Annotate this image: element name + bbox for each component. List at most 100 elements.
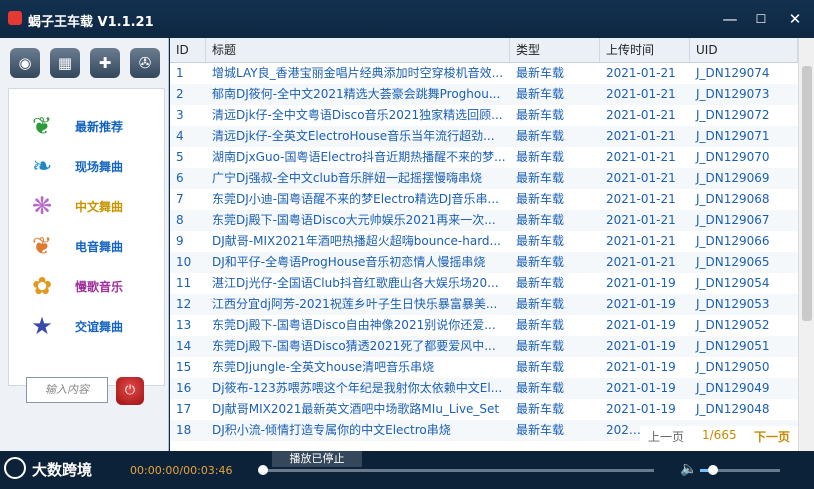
menu-item[interactable]: ★ 交谊舞曲 <box>27 309 157 343</box>
cell-upload-time: 2021-01-21 <box>606 87 676 101</box>
cell-uid: J_DN129051 <box>696 339 770 353</box>
volume-knob[interactable] <box>707 465 718 475</box>
left-panel: ◉ ▦ ✚ ✇ ❦ 最新推荐 ❧ 现场舞曲 ❋ 中文舞曲 ❦ 电音舞曲 ✿ 慢歌音乐 ★ 交谊舞曲 输入内容… <box>0 38 169 451</box>
film-reel-icon[interactable]: ✇ <box>130 48 160 78</box>
cell-type: 最新车载 <box>516 150 565 164</box>
cell-uid: J_DN129054 <box>696 276 770 290</box>
search-input[interactable]: 输入内容 <box>26 377 108 403</box>
puzzle-icon[interactable]: ▦ <box>50 48 80 78</box>
cell-title: 清远Djk仔-全中文粤语Disco音乐2021独家精选回顾... <box>212 108 503 122</box>
brand-logo-icon <box>4 457 26 479</box>
prev-page-button[interactable]: 上一页 <box>648 428 684 445</box>
table-row[interactable]: 5 湖南DjxGuo-国粤语Electro抖音近期热播醒不来的梦... 最新车载 20… <box>170 147 798 168</box>
cell-type: 最新车载 <box>516 192 565 206</box>
cell-type: 最新车载 <box>516 66 565 80</box>
cell-title: DJ献哥MIX2021最新英文酒吧中场歌路MIu_Live_Set <box>212 402 500 416</box>
cell-type: 最新车载 <box>516 129 565 143</box>
menu-item[interactable]: ✿ 慢歌音乐 <box>27 269 157 303</box>
table-row[interactable]: 11 湛江Dj光仔-全国语Club抖音红歌鹿山各大娱乐场20... 最新车载 2021… <box>170 273 798 294</box>
column-header-uid[interactable]: UID <box>690 38 798 62</box>
maximize-button[interactable]: ☐ <box>749 8 773 30</box>
table-row[interactable]: 8 东莞Dj殿下-国粤语Disco大元帅娱乐2021再来一次... 最新车载 2021… <box>170 210 798 231</box>
column-header-title[interactable]: 标题 <box>206 38 510 62</box>
table-row[interactable]: 3 清远Djk仔-全中文粤语Disco音乐2021独家精选回顾... 最新车载 202… <box>170 105 798 126</box>
column-header-id[interactable]: ID <box>170 38 206 62</box>
cell-id: 17 <box>176 402 192 416</box>
cell-upload-time: 2021-01-19 <box>606 318 676 332</box>
table-row[interactable]: 4 清远Djk仔-全英文ElectroHouse音乐当年流行超劲... 最新车载 20… <box>170 126 798 147</box>
cell-id: 18 <box>176 423 192 437</box>
cell-title: 东莞Dj殿下-国粤语Disco大元帅娱乐2021再来一次... <box>212 213 496 227</box>
cell-id: 10 <box>176 255 192 269</box>
vertical-scrollbar[interactable] <box>798 38 814 451</box>
menu-item[interactable]: ❦ 最新推荐 <box>27 109 157 143</box>
table-row[interactable]: 15 东莞DJjungle-全英文house清吧音乐串烧 最新车载 2021-01-1… <box>170 357 798 378</box>
table-row[interactable]: 9 DJ献哥-MIX2021年酒吧热播超火超嗨bounce-hard... 最新车载… <box>170 231 798 252</box>
cell-uid: J_DN129072 <box>696 108 770 122</box>
table-header: ID 标题 类型 上传时间 UID <box>170 38 798 63</box>
cell-type: 最新车载 <box>516 255 565 269</box>
category-icon: ❧ <box>31 152 53 180</box>
table-row[interactable]: 12 江西分宜dj阿芳-2021祝莲乡叶子生日快乐暴富暴美... 最新车载 2021-… <box>170 294 798 315</box>
cell-uid: J_DN129067 <box>696 213 770 227</box>
cell-uid: J_DN129052 <box>696 318 770 332</box>
cell-title: 广宁Dj强叔-全中文club音乐胖妞一起摇摆慢嗨串烧 <box>212 171 483 185</box>
player-bar: 大数跨境 00:00:00/00:03:46 播放已停止 🔈 <box>0 451 814 489</box>
cell-title: 东莞DJjungle-全英文house清吧音乐串烧 <box>212 360 435 374</box>
cell-type: 最新车载 <box>516 276 565 290</box>
table-row[interactable]: 2 郁南DJ筱何-全中文2021精选大荟豪会跳舞Proghou... 最新车载 202… <box>170 84 798 105</box>
menu-item-label: 慢歌音乐 <box>75 280 124 294</box>
cell-type: 最新车载 <box>516 318 565 332</box>
table-row[interactable]: 1 增城LAY良_香港宝丽金唱片经典添加时空穿梭机音效... 最新车载 2021-01… <box>170 63 798 84</box>
minimize-button[interactable]: — <box>718 8 742 30</box>
cell-type: 最新车载 <box>516 171 565 185</box>
menu-item[interactable]: ❧ 现场舞曲 <box>27 149 157 183</box>
table-row[interactable]: 6 广宁Dj强叔-全中文club音乐胖妞一起摇摆慢嗨串烧 最新车载 2021-01-2… <box>170 168 798 189</box>
scrollbar-thumb[interactable] <box>802 66 812 321</box>
volume-icon[interactable]: 🔈 <box>680 461 697 477</box>
table-row[interactable]: 17 DJ献哥MIX2021最新英文酒吧中场歌路MIu_Live_Set 最新车载 2… <box>170 399 798 420</box>
column-header-type[interactable]: 类型 <box>510 38 600 62</box>
cell-type: 最新车载 <box>516 381 565 395</box>
cell-uid: J_DN129065 <box>696 255 770 269</box>
cell-upload-time: 2021-01-19 <box>606 402 676 416</box>
track-table: ID 标题 类型 上传时间 UID 1 增城LAY良_香港宝丽金唱片经典添加时空穿… <box>170 38 814 451</box>
cell-id: 7 <box>176 192 184 206</box>
cell-upload-time: 2021-01-21 <box>606 192 676 206</box>
table-row[interactable]: 7 东莞DJ小迪-国粤语醒不来的梦Electro精选DJ音乐串... 最新车载 202… <box>170 189 798 210</box>
cell-id: 8 <box>176 213 184 227</box>
menu-item-label: 中文舞曲 <box>75 200 124 214</box>
cell-title: Dj筱布-123苏喂苏喂这个年纪是我射你太依赖中文El... <box>212 381 503 395</box>
next-page-button[interactable]: 下一页 <box>754 428 790 445</box>
cell-upload-time: 2021-01-19 <box>606 339 676 353</box>
cell-id: 12 <box>176 297 192 311</box>
cell-title: 江西分宜dj阿芳-2021祝莲乡叶子生日快乐暴富暴美... <box>212 297 498 311</box>
cell-upload-time: 2021-01-21 <box>606 129 676 143</box>
cell-uid: J_DN129070 <box>696 150 770 164</box>
close-button[interactable]: ✕ <box>783 8 807 30</box>
cell-type: 最新车载 <box>516 87 565 101</box>
table-row[interactable]: 13 东莞Dj殿下-国粤语Disco自由神像2021别说你还爱... 最新车载 202… <box>170 315 798 336</box>
column-header-upload-time[interactable]: 上传时间 <box>600 38 690 62</box>
table-row[interactable]: 14 东莞Dj殿下-国粤语Disco猜透2021死了都要爱风中... 最新车载 202… <box>170 336 798 357</box>
table-row[interactable]: 10 DJ和平仔-全粤语ProgHouse音乐初恋情人慢摇串烧 最新车载 2021-0… <box>170 252 798 273</box>
table-row[interactable]: 16 Dj筱布-123苏喂苏喂这个年纪是我射你太依赖中文El... 最新车载 2021… <box>170 378 798 399</box>
menu-item[interactable]: ❋ 中文舞曲 <box>27 189 157 223</box>
vortex-icon[interactable]: ◉ <box>10 48 40 78</box>
cell-uid: J_DN129049 <box>696 381 770 395</box>
cell-uid: J_DN129071 <box>696 129 770 143</box>
page-indicator: 1/665 <box>702 428 737 442</box>
progress-track[interactable] <box>262 469 654 472</box>
cell-id: 5 <box>176 150 184 164</box>
cell-title: 湖南DjxGuo-国粤语Electro抖音近期热播醒不来的梦... <box>212 150 506 164</box>
category-menu: ❦ 最新推荐 ❧ 现场舞曲 ❋ 中文舞曲 ❦ 电音舞曲 ✿ 慢歌音乐 ★ 交谊舞曲 <box>8 88 165 386</box>
cell-title: 增城LAY良_香港宝丽金唱片经典添加时空穿梭机音效... <box>212 66 504 80</box>
progress-knob[interactable] <box>258 465 268 475</box>
cell-upload-time: 2021-01-19 <box>606 381 676 395</box>
cell-id: 9 <box>176 234 184 248</box>
search-button[interactable]: ⏻ <box>116 377 144 405</box>
apps-icon[interactable]: ✚ <box>90 48 120 78</box>
menu-item-label: 最新推荐 <box>75 120 124 134</box>
volume-slider[interactable] <box>700 465 780 475</box>
menu-item[interactable]: ❦ 电音舞曲 <box>27 229 157 263</box>
